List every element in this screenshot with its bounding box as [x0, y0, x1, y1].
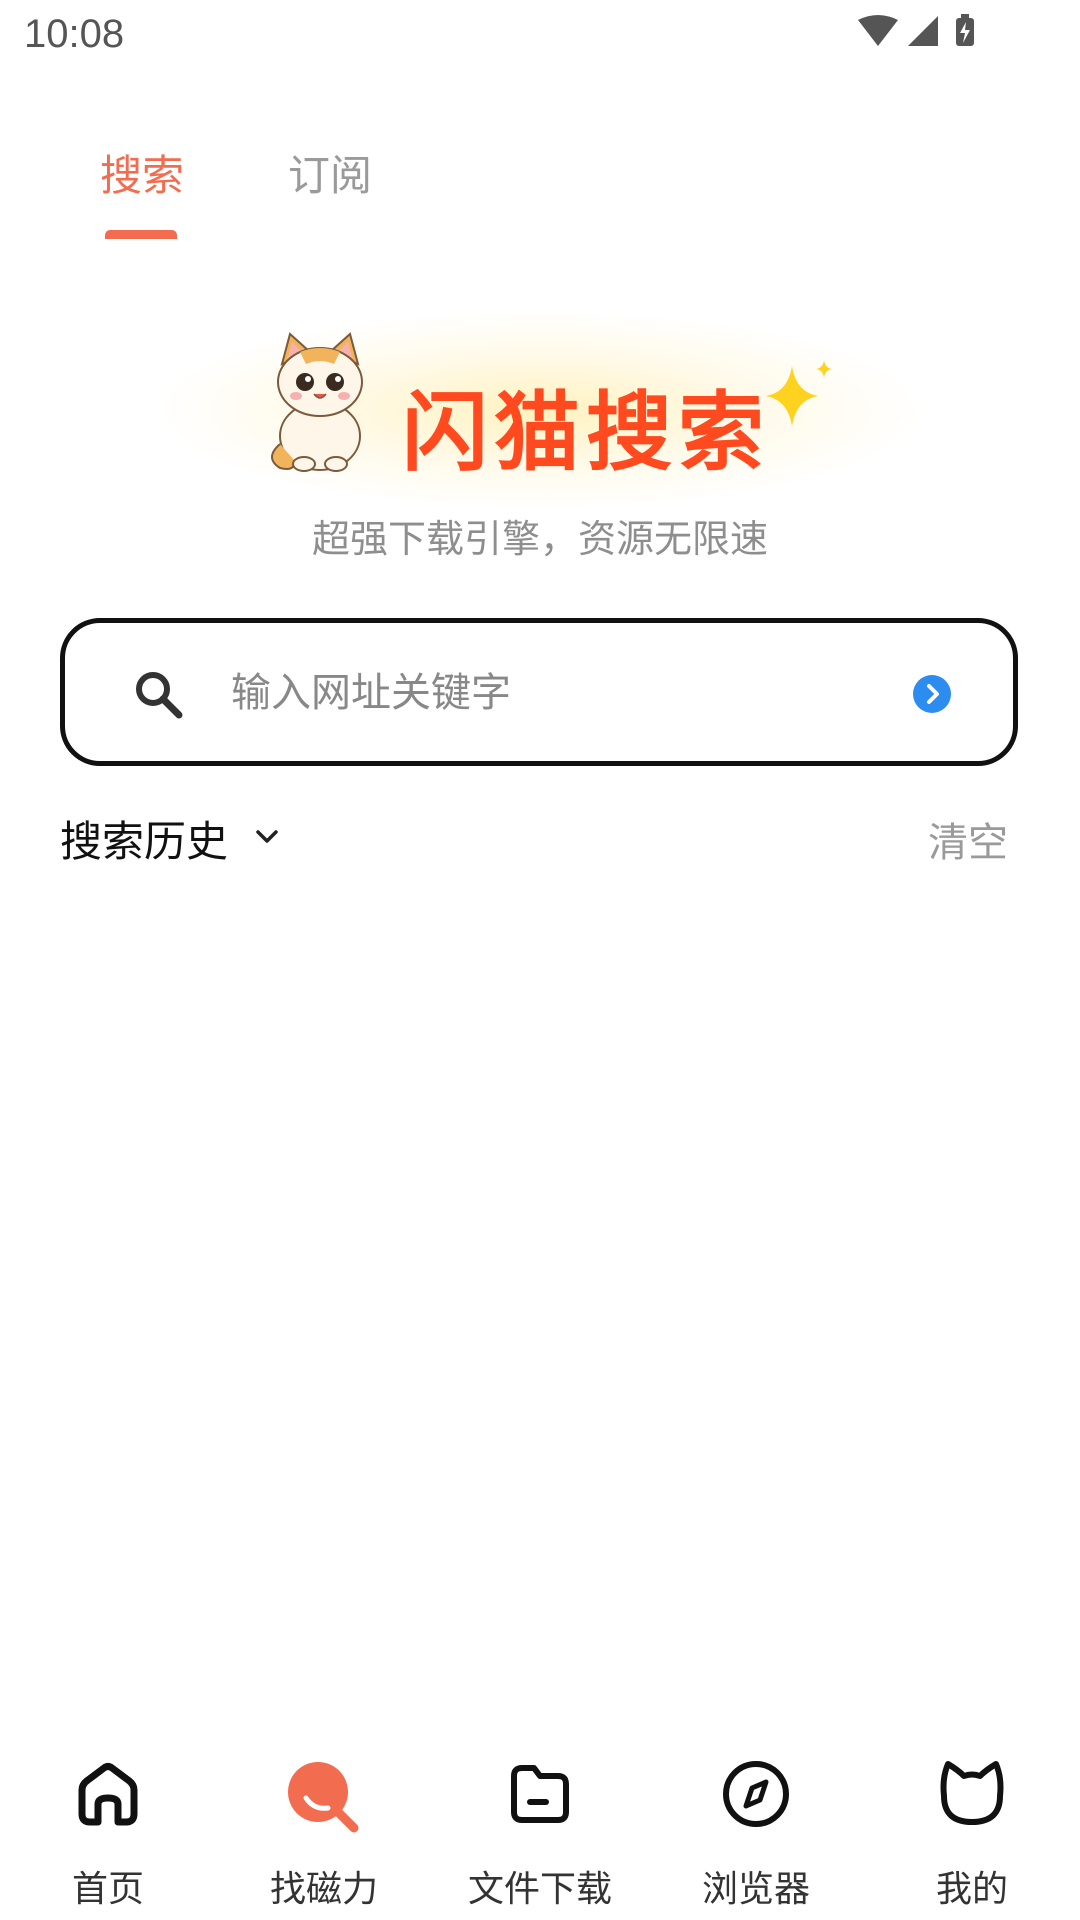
- cat-profile-icon: [940, 1761, 1004, 1825]
- wifi-icon: [858, 15, 898, 46]
- nav-magnet-search[interactable]: 找磁力: [216, 1740, 432, 1920]
- status-bar: 10:08: [0, 0, 1080, 74]
- tab-search[interactable]: 搜索: [100, 142, 184, 203]
- search-icon: [136, 672, 183, 719]
- search-history-header: 搜索历史 清空: [60, 808, 1020, 868]
- search-box: [60, 618, 1018, 766]
- battery-charging-icon: [956, 14, 974, 46]
- nav-label: 浏览器: [701, 1869, 810, 1910]
- clear-history-button[interactable]: 清空: [928, 810, 1008, 868]
- active-tab-indicator: [105, 230, 177, 239]
- status-time: 10:08: [24, 12, 125, 56]
- home-icon: [78, 1763, 138, 1826]
- brand-title: 闪猫搜索: [402, 383, 770, 483]
- history-title[interactable]: 搜索历史: [60, 808, 228, 869]
- nav-home[interactable]: 首页: [0, 1740, 216, 1920]
- bottom-nav: 首页 找磁力 文件下载 浏览器 我的: [0, 1740, 1080, 1920]
- cat-mascot-icon: [271, 332, 363, 472]
- nav-label: 找磁力: [269, 1869, 378, 1910]
- magnet-search-icon: [288, 1762, 359, 1833]
- status-icons: [858, 14, 974, 46]
- search-input[interactable]: [231, 663, 851, 723]
- hero-subtitle: 超强下载引擎，资源无限速: [311, 517, 768, 561]
- chevron-down-icon[interactable]: [254, 828, 280, 846]
- tab-subscribe[interactable]: 订阅: [288, 142, 372, 203]
- hero-banner: 闪猫搜索: [150, 310, 930, 510]
- folder-icon: [511, 1765, 569, 1823]
- top-tabs: 搜索 订阅: [0, 130, 1080, 250]
- go-arrow-icon[interactable]: [913, 675, 951, 713]
- nav-label: 文件下载: [467, 1869, 612, 1910]
- compass-icon: [723, 1761, 789, 1827]
- sparkle-icon: [766, 360, 832, 426]
- nav-label: 我的: [935, 1869, 1008, 1910]
- nav-file-download[interactable]: 文件下载: [432, 1740, 648, 1920]
- nav-browser[interactable]: 浏览器: [648, 1740, 864, 1920]
- nav-label: 首页: [71, 1869, 144, 1910]
- nav-profile[interactable]: 我的: [864, 1740, 1080, 1920]
- signal-icon: [908, 16, 938, 46]
